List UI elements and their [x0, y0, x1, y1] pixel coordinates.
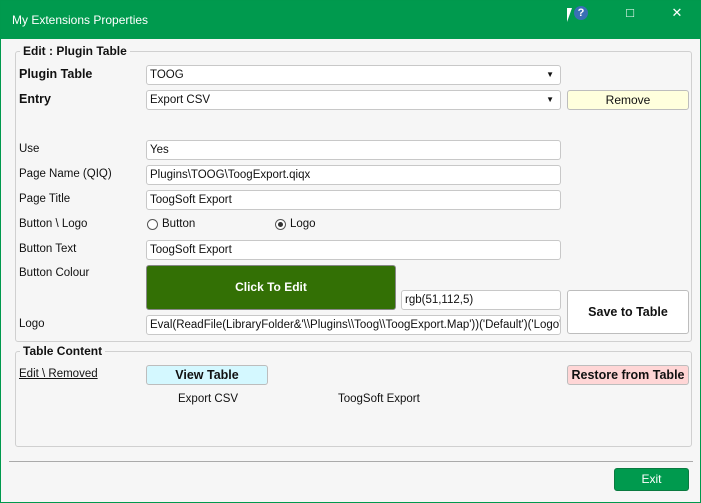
page-name-label: Page Name (QIQ)	[19, 168, 112, 180]
radio-logo-label: Logo	[290, 218, 316, 230]
save-to-table-button[interactable]: Save to Table	[567, 290, 689, 334]
help-icon[interactable]: ?	[574, 6, 588, 20]
button-text-input[interactable]: ToogSoft Export	[146, 240, 561, 260]
radio-unselected-icon	[147, 218, 158, 230]
logo-label: Logo	[19, 318, 45, 330]
button-text-label: Button Text	[19, 243, 77, 255]
logo-input[interactable]: Eval(ReadFile(LibraryFolder&'\\Plugins\\…	[146, 315, 561, 335]
footer-divider	[9, 461, 693, 462]
restore-from-table-button[interactable]: Restore from Table	[567, 365, 689, 385]
button-colour-label: Button Colour	[19, 267, 90, 279]
click-to-edit-colour-button[interactable]: Click To Edit	[146, 265, 396, 310]
properties-window: My Extensions Properties ? □ ✕ Edit : Pl…	[0, 0, 701, 503]
window-title: My Extensions Properties	[12, 13, 149, 27]
remove-button[interactable]: Remove	[567, 90, 689, 110]
maximize-icon[interactable]: □	[615, 5, 645, 20]
button-logo-label: Button \ Logo	[19, 218, 88, 230]
radio-selected-icon	[275, 218, 286, 230]
exit-button[interactable]: Exit	[614, 468, 689, 491]
dropdown-arrow-icon: ▼	[546, 95, 554, 104]
colour-value-input[interactable]: rgb(51,112,5)	[401, 290, 561, 310]
view-table-button[interactable]: View Table	[146, 365, 268, 385]
mouse-cursor-icon	[567, 8, 572, 22]
radio-button-label: Button	[162, 218, 196, 230]
plugin-table-label: Plugin Table	[19, 67, 93, 81]
edit-removed-link[interactable]: Edit \ Removed	[19, 368, 98, 380]
radio-button-option[interactable]: Button	[147, 218, 195, 230]
use-label: Use	[19, 143, 40, 155]
table-content-legend: Table Content	[20, 344, 106, 358]
dropdown-arrow-icon: ▼	[546, 70, 554, 79]
radio-logo-option[interactable]: Logo	[275, 218, 316, 230]
page-title-label: Page Title	[19, 193, 71, 205]
plugin-table-value: TOOG	[150, 69, 184, 81]
page-name-input[interactable]: Plugins\TOOG\ToogExport.qiqx	[146, 165, 561, 185]
title-bar: My Extensions Properties ? □ ✕	[1, 1, 701, 39]
plugin-table-combo[interactable]: TOOG ▼	[146, 65, 561, 85]
close-icon[interactable]: ✕	[662, 5, 692, 21]
table-row-title: ToogSoft Export	[338, 393, 420, 405]
use-input[interactable]: Yes	[146, 140, 561, 160]
entry-label: Entry	[19, 92, 51, 106]
entry-combo[interactable]: Export CSV ▼	[146, 90, 561, 110]
edit-group-legend: Edit : Plugin Table	[20, 44, 130, 58]
page-title-input[interactable]: ToogSoft Export	[146, 190, 561, 210]
entry-value: Export CSV	[150, 94, 211, 106]
table-row-entry: Export CSV	[178, 393, 239, 405]
